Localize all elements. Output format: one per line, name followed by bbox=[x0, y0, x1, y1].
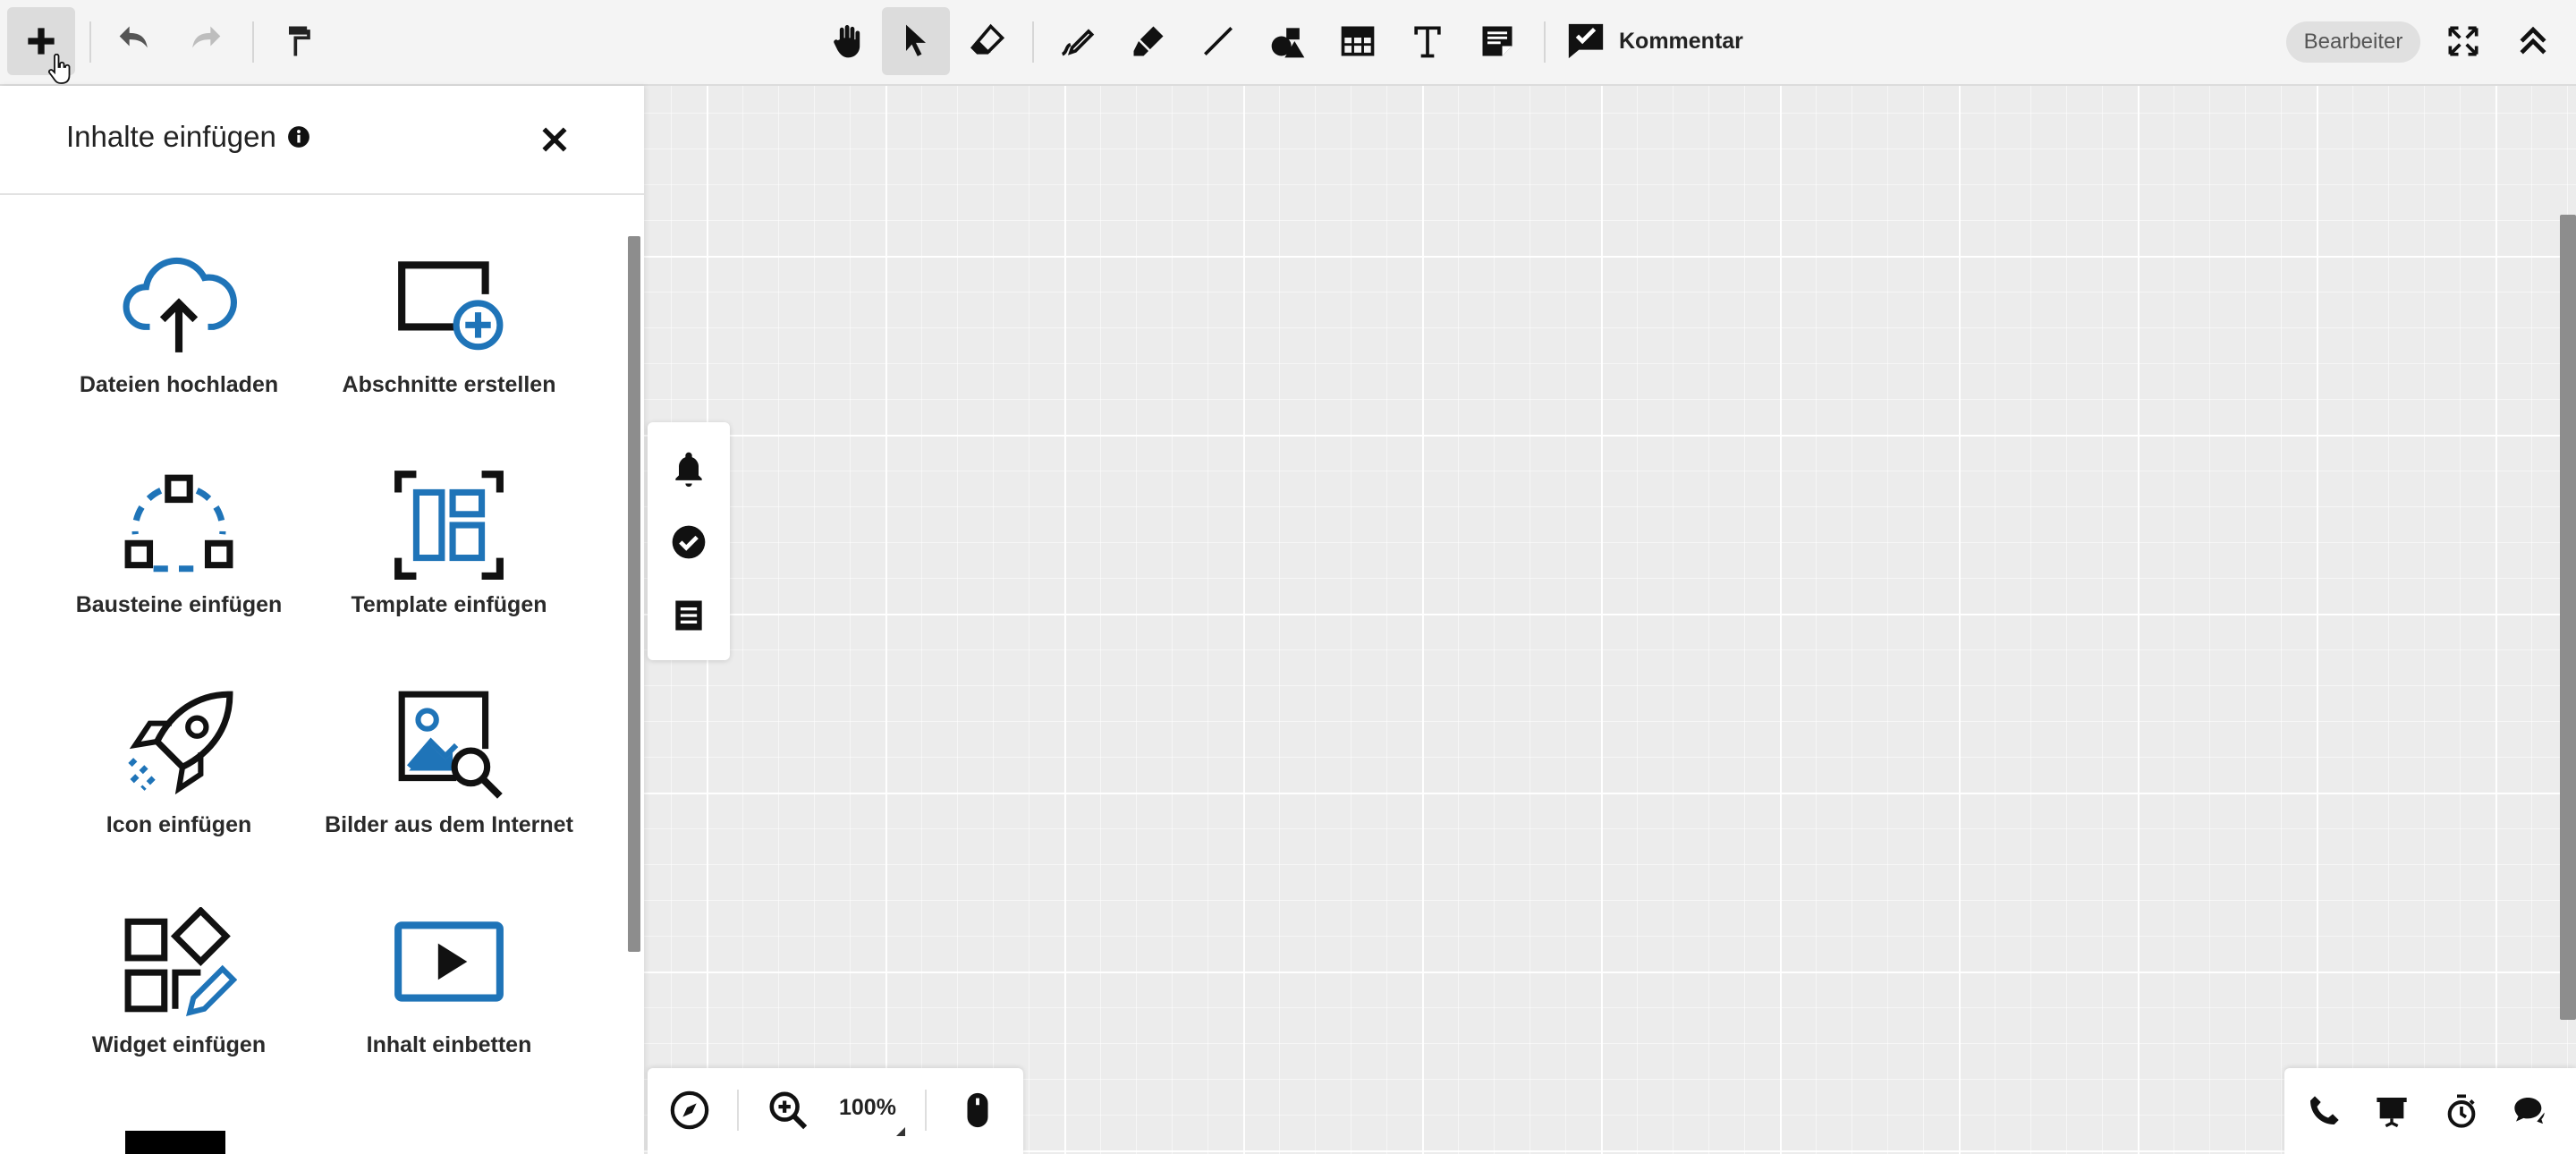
cloud-upload-icon bbox=[123, 257, 237, 352]
tile-insert-icon[interactable]: Icon einfügen bbox=[45, 687, 313, 884]
eraser-icon bbox=[970, 23, 1005, 55]
tile-label: Abschnitte erstellen bbox=[342, 372, 556, 397]
sticky-note-icon bbox=[1482, 26, 1513, 56]
hand-pointer-cursor-icon bbox=[48, 54, 71, 84]
comment-tool-button[interactable]: Kommentar bbox=[1565, 7, 1743, 75]
panel-scrollbar[interactable] bbox=[628, 236, 640, 952]
timer-icon[interactable] bbox=[2444, 1093, 2479, 1129]
shapes-tool-button[interactable] bbox=[1254, 7, 1322, 75]
collapse-toolbar-button[interactable] bbox=[2499, 7, 2567, 75]
panel-title: Inhalte einfügen bbox=[66, 120, 276, 153]
text-icon bbox=[1414, 26, 1441, 58]
tile-label: Template einfügen bbox=[351, 592, 547, 617]
fullscreen-button[interactable] bbox=[2429, 7, 2497, 75]
tile-web-images[interactable]: Bilder aus dem Internet bbox=[315, 687, 583, 884]
tile-label: Widget einfügen bbox=[91, 1032, 267, 1057]
phone-icon[interactable] bbox=[2306, 1093, 2342, 1129]
collaboration-toolbar bbox=[2284, 1068, 2576, 1154]
double-chevron-up-icon bbox=[2520, 26, 2546, 55]
paint-roller-icon bbox=[289, 26, 310, 56]
compass-icon[interactable] bbox=[669, 1090, 710, 1131]
table-icon bbox=[1341, 26, 1375, 56]
add-section-icon bbox=[398, 261, 504, 351]
rocket-icon bbox=[125, 691, 233, 795]
zoom-caret-icon[interactable] bbox=[896, 1127, 905, 1136]
tile-label: Inhalt einbetten bbox=[366, 1032, 532, 1057]
tile-label: Icon einfügen bbox=[106, 812, 252, 837]
text-tool-button[interactable] bbox=[1394, 7, 1462, 75]
top-toolbar: Kommentar Bearbeiter bbox=[0, 0, 2576, 86]
select-tool-button[interactable] bbox=[882, 7, 950, 75]
navigation-toolbar: 100% bbox=[648, 1068, 1023, 1154]
comment-check-icon bbox=[1568, 23, 1604, 59]
tile-label: Bilder aus dem Internet bbox=[325, 812, 573, 837]
sticky-note-tool-button[interactable] bbox=[1463, 7, 1531, 75]
format-painter-button[interactable] bbox=[265, 7, 333, 75]
hand-tool-button[interactable] bbox=[814, 7, 882, 75]
template-icon bbox=[394, 471, 504, 580]
role-badge: Bearbeiter bbox=[2286, 21, 2420, 63]
building-blocks-icon bbox=[124, 474, 233, 573]
zoom-level[interactable]: 100% bbox=[839, 1095, 896, 1121]
redo-button[interactable] bbox=[170, 7, 238, 75]
eraser-tool-button[interactable] bbox=[953, 7, 1021, 75]
tile-insert-blocks[interactable]: Bausteine einfügen bbox=[45, 467, 313, 664]
fullscreen-icon bbox=[2448, 26, 2479, 56]
comment-label: Kommentar bbox=[1619, 28, 1743, 54]
insert-content-panel: Inhalte einfügen Dateien hochladen Absch… bbox=[0, 86, 644, 1154]
highlighter-icon bbox=[1133, 26, 1164, 56]
line-icon bbox=[1204, 27, 1233, 55]
tile-create-sections[interactable]: Abschnitte erstellen bbox=[315, 247, 583, 444]
tile-label: Bausteine einfügen bbox=[75, 592, 283, 617]
widget-icon bbox=[124, 907, 237, 1017]
bell-icon[interactable] bbox=[669, 449, 708, 488]
zoom-in-icon[interactable] bbox=[767, 1090, 809, 1131]
undo-button[interactable] bbox=[102, 7, 170, 75]
line-tool-button[interactable] bbox=[1184, 7, 1252, 75]
mouse-icon[interactable] bbox=[957, 1090, 998, 1131]
info-icon[interactable] bbox=[287, 125, 310, 148]
pen-icon bbox=[1061, 29, 1095, 56]
list-icon[interactable] bbox=[669, 596, 708, 635]
tile-embed-content[interactable]: Inhalt einbetten bbox=[315, 907, 583, 1104]
panel-header: Inhalte einfügen bbox=[0, 86, 644, 195]
redo-icon bbox=[192, 26, 221, 48]
tile-insert-template[interactable]: Template einfügen bbox=[315, 467, 583, 664]
tile-label: Dateien hochladen bbox=[79, 372, 279, 397]
image-search-icon bbox=[398, 691, 503, 799]
table-tool-button[interactable] bbox=[1324, 7, 1392, 75]
next-tile-preview bbox=[125, 1131, 225, 1154]
tile-upload-files[interactable]: Dateien hochladen bbox=[45, 247, 313, 444]
side-toolbar bbox=[648, 422, 730, 660]
check-circle-icon[interactable] bbox=[669, 522, 708, 562]
arrow-cursor-icon bbox=[906, 24, 926, 56]
canvas-scrollbar[interactable] bbox=[2560, 215, 2576, 1020]
tile-insert-widget[interactable]: Widget einfügen bbox=[45, 907, 313, 1104]
hand-icon bbox=[834, 25, 860, 58]
shapes-icon bbox=[1271, 28, 1305, 58]
undo-icon bbox=[119, 26, 148, 48]
close-icon[interactable] bbox=[537, 122, 572, 157]
highlighter-tool-button[interactable] bbox=[1114, 7, 1182, 75]
chat-icon[interactable] bbox=[2512, 1093, 2547, 1129]
presentation-icon[interactable] bbox=[2374, 1093, 2410, 1129]
embed-video-icon bbox=[394, 921, 504, 1002]
pen-tool-button[interactable] bbox=[1045, 7, 1113, 75]
